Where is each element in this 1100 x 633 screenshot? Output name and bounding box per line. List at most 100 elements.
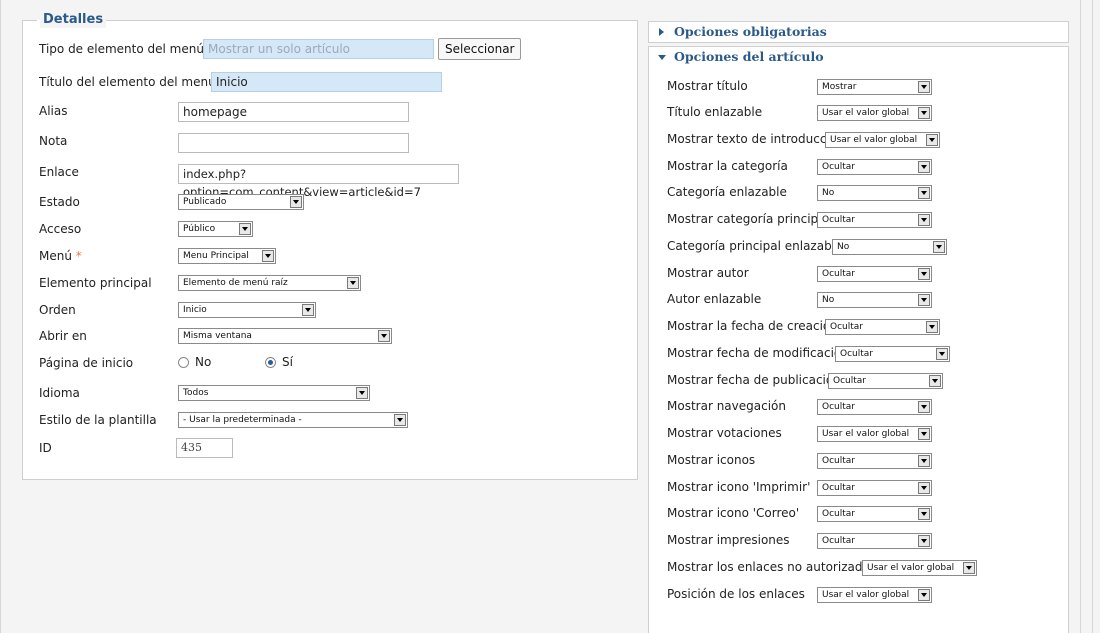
article-option-label: Mostrar los enlaces no autorizados <box>667 560 877 574</box>
article-option-select[interactable]: Ocultar <box>817 453 932 469</box>
tipo-input[interactable]: Mostrar un solo artículo <box>203 39 434 59</box>
row-id: ID <box>39 438 169 460</box>
article-option-value: Usar el valor global <box>867 563 955 573</box>
chevron-down-icon <box>356 387 368 399</box>
chevron-down-icon <box>933 241 945 253</box>
chevron-down-icon <box>918 589 930 601</box>
article-option-row: Posición de los enlaces <box>667 586 817 604</box>
chevron-down-icon <box>262 250 274 262</box>
article-option-label: Mostrar votaciones <box>667 426 782 440</box>
panel-article-options-header[interactable]: Opciones del artículo <box>648 46 1069 68</box>
language-select[interactable]: Todos <box>178 385 370 401</box>
row-idioma: Idioma <box>39 383 169 405</box>
panel-required-options-title: Opciones obligatorias <box>674 24 827 39</box>
language-label: Idioma <box>39 386 80 400</box>
row-alias: Alias <box>39 101 169 123</box>
select-type-button[interactable]: Seleccionar <box>438 38 522 60</box>
article-option-select[interactable]: Usar el valor global <box>825 132 940 148</box>
article-option-select[interactable]: Ocultar <box>817 266 932 282</box>
chevron-down-icon <box>378 330 390 342</box>
title-input[interactable]: Inicio <box>211 72 442 92</box>
article-option-label: Mostrar la categoría <box>667 159 788 173</box>
chevron-down-icon <box>918 187 930 199</box>
chevron-down-icon <box>918 535 930 547</box>
titulo-label: Título del elemento del menú * <box>39 75 226 89</box>
chevron-down-icon <box>918 107 930 119</box>
home-no-radio[interactable] <box>178 357 189 368</box>
article-option-select[interactable]: Mostrar <box>817 79 932 95</box>
article-option-row: Autor enlazable <box>667 291 817 309</box>
article-option-value: Ocultar <box>822 536 855 546</box>
article-option-select[interactable]: Ocultar <box>817 480 932 496</box>
article-option-value: Ocultar <box>822 269 855 279</box>
scrollbar-track[interactable] <box>1092 0 1093 633</box>
link-input[interactable]: index.php?option=com_content&view=articl… <box>178 164 459 199</box>
parent-item-select[interactable]: Elemento de menú raíz <box>178 275 361 291</box>
home-page-label: Página de inicio <box>39 356 134 370</box>
article-option-value: Ocultar <box>822 456 855 466</box>
article-option-select[interactable]: Ocultar <box>817 159 932 175</box>
chevron-down-icon <box>918 428 930 440</box>
article-option-value: Ocultar <box>822 402 855 412</box>
article-option-value: Ocultar <box>830 322 863 332</box>
article-option-select[interactable]: Usar el valor global <box>817 587 932 603</box>
article-option-select[interactable]: Usar el valor global <box>817 426 932 442</box>
note-input[interactable] <box>178 133 409 153</box>
article-option-row: Categoría enlazable <box>667 184 817 202</box>
article-option-row: Título enlazable <box>667 104 817 122</box>
article-option-row: Mostrar la fecha de creación <box>667 318 838 336</box>
home-yes-radio[interactable] <box>265 357 276 368</box>
order-select[interactable]: Inicio <box>178 302 316 318</box>
template-style-select[interactable]: - Usar la predeterminada - <box>178 412 408 428</box>
article-option-select[interactable]: Ocultar <box>817 506 932 522</box>
article-option-select[interactable]: Ocultar <box>835 346 950 362</box>
article-option-select[interactable]: No <box>817 185 932 201</box>
article-option-select[interactable]: Ocultar <box>817 399 932 415</box>
access-select[interactable]: Público <box>178 221 253 237</box>
article-option-label: Mostrar texto de introducción <box>667 132 845 146</box>
article-option-label: Mostrar fecha de publicación <box>667 373 841 387</box>
article-option-value: Usar el valor global <box>822 429 910 439</box>
alias-label: Alias <box>39 104 68 118</box>
article-option-row: Mostrar autor <box>667 265 817 283</box>
article-option-row: Mostrar icono 'Correo' <box>667 505 817 523</box>
acceso-label: Acceso <box>39 222 82 236</box>
article-option-value: Mostrar <box>822 82 857 92</box>
template-style-label: Estilo de la plantilla <box>39 413 157 427</box>
article-option-row: Mostrar los enlaces no autorizados <box>667 559 876 577</box>
article-option-select[interactable]: Usar el valor global <box>817 105 932 121</box>
chevron-down-icon <box>918 401 930 413</box>
article-option-row: Mostrar la categoría <box>667 158 817 176</box>
menu-select[interactable]: Menu Principal <box>178 248 276 264</box>
article-option-select[interactable]: Ocultar <box>825 319 940 335</box>
article-option-select[interactable]: Usar el valor global <box>862 560 977 576</box>
chevron-down-icon <box>239 223 251 235</box>
chevron-down-icon <box>926 321 938 333</box>
open-in-select[interactable]: Misma ventana <box>178 328 392 344</box>
caret-down-icon <box>658 55 666 60</box>
article-option-label: Mostrar fecha de modificación <box>667 346 849 360</box>
article-option-label: Categoría principal enlazable <box>667 239 843 253</box>
row-estilo: Estilo de la plantilla <box>39 410 174 432</box>
article-option-select[interactable]: Ocultar <box>817 533 932 549</box>
article-option-value: No <box>822 295 835 305</box>
article-option-label: Mostrar categoría principal <box>667 212 829 226</box>
article-option-select[interactable]: No <box>832 239 947 255</box>
article-option-select[interactable]: No <box>817 292 932 308</box>
article-option-select[interactable]: Ocultar <box>817 212 932 228</box>
article-option-select[interactable]: Ocultar <box>828 373 943 389</box>
right-edge-line <box>1080 0 1081 633</box>
article-option-row: Categoría principal enlazable <box>667 238 842 256</box>
row-abrir-en: Abrir en <box>39 326 169 348</box>
article-option-value: Usar el valor global <box>830 135 918 145</box>
row-orden: Orden <box>39 300 169 322</box>
alias-input[interactable]: homepage <box>178 102 409 122</box>
open-in-label: Abrir en <box>39 329 87 343</box>
article-option-value: Ocultar <box>822 162 855 172</box>
row-acceso: Acceso <box>39 219 169 241</box>
status-select[interactable]: Publicado <box>178 194 304 210</box>
estado-label: Estado <box>39 195 80 209</box>
article-option-label: Mostrar navegación <box>667 399 786 413</box>
article-option-value: No <box>822 188 835 198</box>
panel-required-options-header[interactable]: Opciones obligatorias <box>648 21 1069 43</box>
